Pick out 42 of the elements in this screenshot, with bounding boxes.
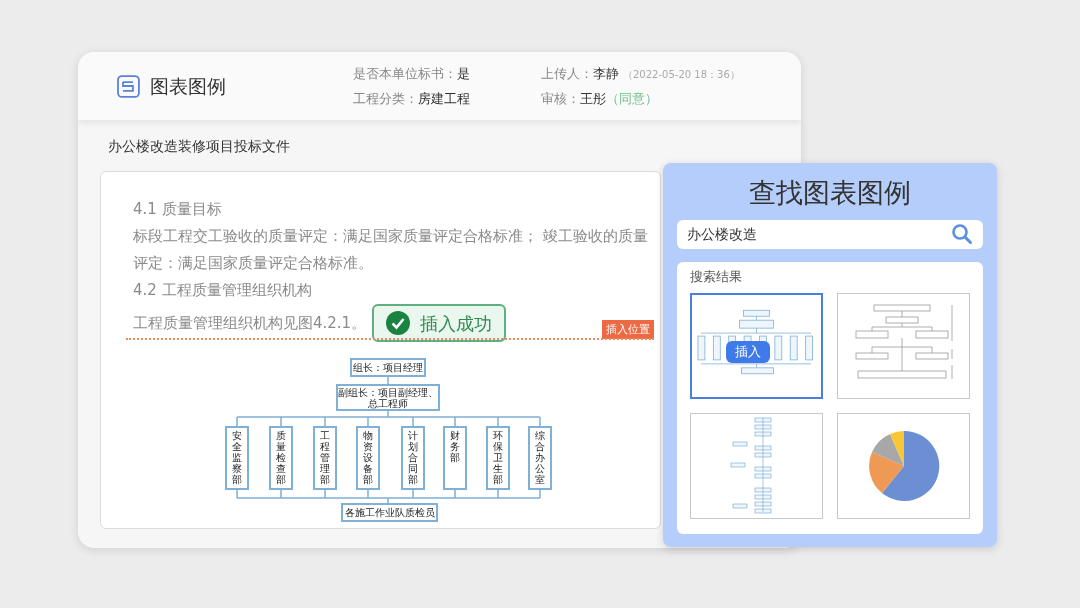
document-text: 4.1 质量目标	[133, 199, 223, 220]
meta-value: 李静	[593, 64, 619, 83]
org-node-text: 财务部	[450, 430, 460, 465]
result-thumbnail[interactable]	[690, 413, 823, 519]
panel-title: 查找图表图例	[749, 176, 911, 210]
search-field[interactable]: 办公楼改造	[677, 219, 983, 249]
result-thumbnail[interactable]: 插入	[690, 293, 823, 399]
meta-value: 是	[457, 64, 470, 83]
org-node-text: 计划合同部	[408, 430, 418, 487]
results-label: 搜索结果	[690, 267, 743, 286]
org-node: 组长：项目经理	[350, 358, 426, 377]
approval-status: （同意）	[606, 90, 658, 108]
document-title: 办公楼改造装修项目投标文件	[108, 137, 291, 156]
org-node-text: 工程管理部	[320, 430, 330, 487]
insert-button[interactable]: 插入	[726, 341, 770, 363]
meta-value: 房建工程	[418, 90, 470, 108]
meta-label: 工程分类：	[353, 90, 418, 108]
org-node-text: 物资设备部	[363, 430, 373, 487]
chart-icon	[117, 74, 140, 98]
org-node-text: 环保卫生部	[493, 430, 503, 487]
meta-label: 上传人：	[541, 64, 593, 83]
upload-time: （2022-05-20 18：36）	[623, 67, 740, 82]
insert-position-tag: 插入位置	[602, 320, 654, 339]
document-text: 标段工程交工验收的质量评定：满足国家质量评定合格标准； 竣工验收的质量评定：满足国家质量评定合格标准。	[133, 226, 649, 274]
page-title: 图表图例	[149, 73, 227, 99]
org-node-text: 副组长：项目副经理、	[338, 386, 438, 398]
org-node-text: 安全监察部	[232, 430, 242, 487]
org-node: 各施工作业队质检员	[341, 503, 438, 522]
document-text: 工程质量管理组织机构见图4.2.1。	[133, 312, 367, 334]
result-thumbnail[interactable]	[837, 413, 970, 519]
org-node-text: 总工程师	[368, 397, 408, 409]
search-query: 办公楼改造	[687, 224, 757, 244]
meta-label: 审核：	[541, 90, 580, 108]
search-icon[interactable]	[951, 223, 973, 245]
meta-value: 王彤	[580, 90, 606, 108]
meta-label: 是否本单位标书：	[353, 64, 457, 83]
document-text: 4.2 工程质量管理组织机构	[133, 280, 313, 301]
check-circle-icon	[386, 311, 411, 335]
toast-text: 插入成功	[420, 311, 493, 336]
org-node-text: 质量检查部	[276, 430, 286, 487]
org-node-text: 综合办公室	[535, 430, 545, 487]
result-thumbnail[interactable]	[837, 293, 970, 399]
